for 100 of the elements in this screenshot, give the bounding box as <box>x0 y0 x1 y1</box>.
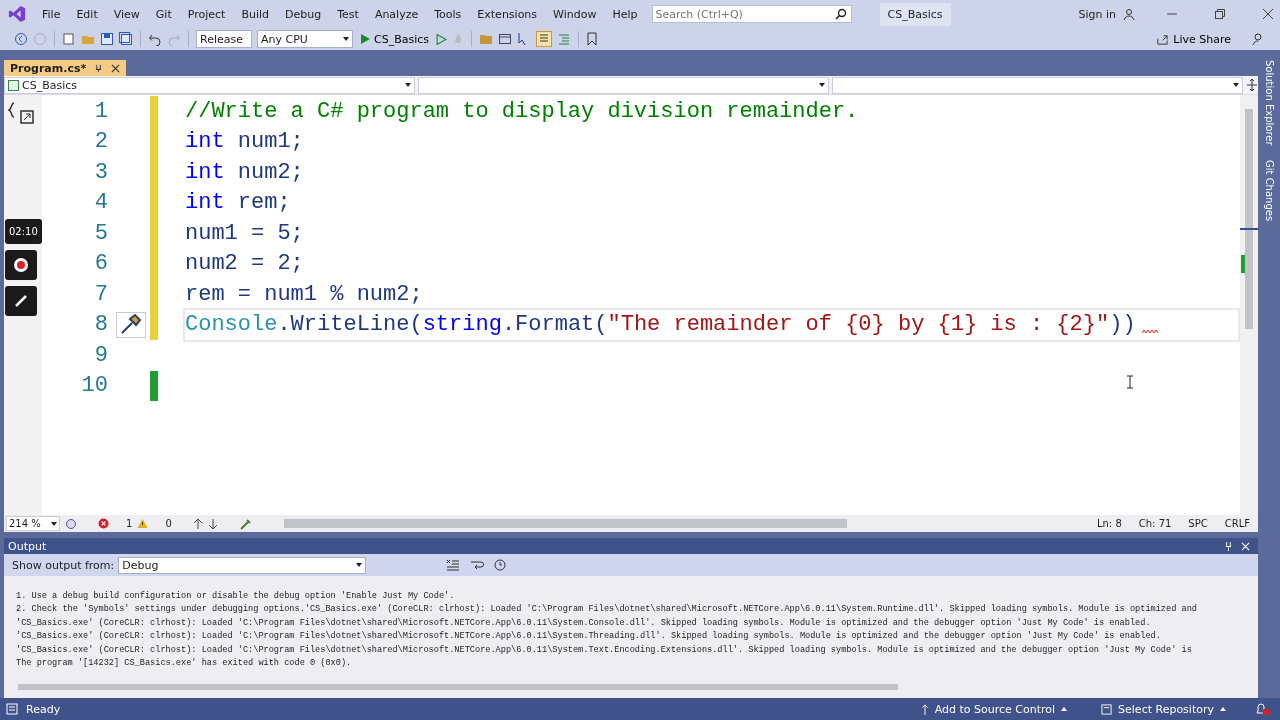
output-line: 1. Use a debug build configuration or disable the debug option 'Enable Just My Code'. <box>16 590 456 603</box>
output-window-icon[interactable] <box>6 703 18 715</box>
menu-item[interactable]: Project <box>179 7 234 21</box>
menu-item[interactable]: Build <box>233 7 277 21</box>
close-icon[interactable] <box>111 63 121 73</box>
up-arrow-icon[interactable] <box>192 517 203 530</box>
pen-icon <box>13 293 29 309</box>
recording-timer: 02:10 <box>5 219 42 244</box>
down-arrow-icon[interactable] <box>207 517 218 530</box>
warning-count: 0 <box>165 518 172 529</box>
add-to-source-control-button[interactable]: Add to Source Control <box>914 701 1074 717</box>
menu-item[interactable]: Extensions <box>469 7 546 21</box>
code-cleanup-icon[interactable] <box>238 517 253 530</box>
pin-icon[interactable] <box>1224 540 1233 552</box>
project-icon <box>8 79 19 91</box>
indent-indicator: SPC <box>1188 518 1208 529</box>
code-line: int num2; <box>185 159 304 185</box>
search-field[interactable]: Search (Ctrl+Q) <box>651 5 852 23</box>
line-indicator: Ln: 8 <box>1096 518 1122 529</box>
scrollbar-thumb[interactable] <box>1245 109 1253 329</box>
code-line: int rem; <box>185 190 291 216</box>
output-line: 2. Check the 'Symbols' settings under debugging options.'CS_Basics.exe' (CoreCLR: clrhost): Loaded 'C:\Program Files\dotnet\shared\Microsoft.NETCore.App\6.0.11\System.Runtime.dll'. Skipped loading symbols. Module is optimized and <box>16 603 1198 617</box>
text-cursor-icon <box>1126 375 1134 389</box>
menu-item[interactable]: Test <box>329 7 367 21</box>
menu-item[interactable]: Debug <box>277 7 330 21</box>
play-outline-icon[interactable] <box>436 33 448 45</box>
line-number: 5 <box>93 220 108 246</box>
undo-icon[interactable] <box>148 32 162 46</box>
live-share-button[interactable]: Live Share <box>1154 32 1233 46</box>
code-line: rem = num1 % num2; <box>185 281 423 307</box>
up-arrow-icon <box>920 703 929 715</box>
output-line: The program '[14232] CS_Basics.exe' has exited with code 0 (0x0). <box>16 657 353 671</box>
side-tab[interactable]: Solution Explorer <box>1263 60 1275 146</box>
line-number: 10 <box>80 373 108 399</box>
menu-item[interactable]: Edit <box>68 7 106 21</box>
save-all-icon[interactable] <box>119 32 133 46</box>
clear-all-icon[interactable] <box>446 559 461 571</box>
back-icon[interactable] <box>14 32 28 46</box>
record-button[interactable] <box>5 250 37 280</box>
configuration-dropdown[interactable]: Release <box>196 30 252 48</box>
zoom-dropdown[interactable]: 214 % <box>6 516 60 531</box>
menu-item[interactable]: File <box>34 7 69 21</box>
pen-button[interactable] <box>5 286 37 316</box>
restore-icon[interactable] <box>1214 8 1226 20</box>
format-toggle-icon[interactable] <box>536 31 553 47</box>
pin-icon[interactable] <box>94 63 104 73</box>
platform-dropdown[interactable]: Any CPU <box>257 30 353 48</box>
clock-icon[interactable] <box>494 559 507 571</box>
menu-item[interactable]: Window <box>545 7 605 21</box>
word-wrap-icon[interactable] <box>470 559 485 571</box>
line-number: 4 <box>93 190 108 216</box>
line-number: 9 <box>93 342 108 368</box>
menu-item[interactable]: Tools <box>426 7 470 21</box>
start-button[interactable]: CS_Basics <box>358 32 432 46</box>
project-dropdown[interactable]: CS_Basics <box>4 76 415 94</box>
search-icon <box>834 8 847 20</box>
visual-studio-logo-icon <box>8 5 26 23</box>
window-icon[interactable] <box>498 32 513 46</box>
select-repository-button[interactable]: Select Repository <box>1095 701 1232 717</box>
panel-title: Output <box>8 539 47 553</box>
line-number: 7 <box>93 281 108 307</box>
side-tab[interactable]: Git Changes <box>1263 159 1275 221</box>
share-icon <box>1156 32 1170 46</box>
menu-item[interactable]: Analyze <box>366 7 427 21</box>
play-icon <box>360 34 370 44</box>
repository-icon <box>1101 703 1113 715</box>
solution-name: CS_Basics <box>879 2 951 26</box>
column-indicator: Ch: 71 <box>1138 518 1172 529</box>
split-icon[interactable] <box>1246 79 1258 91</box>
record-icon <box>13 257 29 273</box>
code-line: Console.WriteLine(string.Format("The remainder of {0} by {1} is : {2}")) <box>185 312 1136 338</box>
status-text: Ready <box>26 702 61 716</box>
code-line: num1 = 5; <box>185 220 304 246</box>
new-project-icon[interactable] <box>62 32 76 46</box>
document-tab[interactable]: Program.cs* <box>4 60 127 76</box>
save-icon[interactable] <box>100 32 114 46</box>
code-line: //Write a C# program to display division remainder. <box>185 98 859 124</box>
bookmark-icon[interactable] <box>586 32 599 46</box>
line-number: 3 <box>93 159 108 185</box>
line-number: 1 <box>93 98 108 124</box>
code-block-icon <box>8 101 36 125</box>
menu-item[interactable]: Help <box>604 7 646 21</box>
output-line: 'CS_Basics.exe' (CoreCLR: clrhost): Loaded 'C:\Program Files\dotnet\shared\Microsoft.NETCore.App\6.0.11\System.Console.dll'. Skipped loading symbols. Module is optimized and the debugger option 'Just My Code' is enabled. <box>16 616 1152 630</box>
brain-icon[interactable] <box>65 517 77 530</box>
output-line: 'CS_Basics.exe' (CoreCLR: clrhost): Loaded 'C:\Program Files\dotnet\shared\Microsoft.NETCore.App\6.0.11\System.Text.Encoding.Extensions.dll'. Skipped loading symbols. Module is optimized and the debugger option 'Just My Code' is <box>16 643 1193 657</box>
quick-actions-icon[interactable] <box>116 311 146 338</box>
error-icon[interactable] <box>98 518 109 529</box>
line-number: 2 <box>93 129 108 155</box>
menu-item[interactable]: Git <box>147 7 180 21</box>
line-ending-indicator: CRLF <box>1224 518 1250 529</box>
menu-item[interactable]: View <box>105 7 148 21</box>
output-source-dropdown[interactable]: Debug <box>118 556 367 574</box>
line-number: 6 <box>93 251 108 277</box>
close-icon[interactable] <box>1262 8 1274 20</box>
sign-in-link[interactable]: Sign in <box>1078 7 1116 21</box>
line-number: 8 <box>93 312 108 338</box>
person-icon[interactable] <box>1122 7 1136 21</box>
code-line: int num1; <box>185 129 304 155</box>
notification-bell-icon[interactable] <box>1254 702 1270 716</box>
code-line: num2 = 2; <box>185 251 304 277</box>
